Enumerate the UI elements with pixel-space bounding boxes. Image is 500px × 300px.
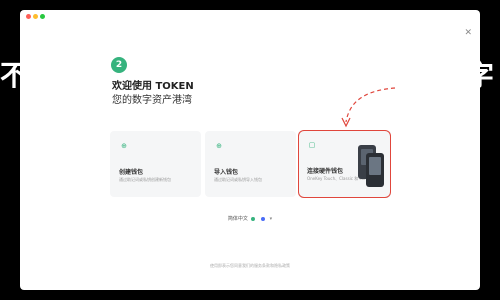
maximize-window-button[interactable]	[40, 14, 45, 19]
onboarding-window: ✕ 2 欢迎使用 TOKEN 您的数字资产港湾 ⊕ 创建钱包 通过助记词或私钥创…	[20, 10, 480, 290]
create-wallet-card[interactable]: ⊕ 创建钱包 通过助记词或私钥创建新钱包	[110, 131, 201, 197]
language-selector[interactable]: 简体中文 ▾	[20, 215, 480, 223]
language-indicator-2	[261, 216, 266, 221]
create-wallet-title: 创建钱包	[119, 169, 144, 176]
create-wallet-desc: 通过助记词或私钥创建新钱包	[119, 177, 171, 182]
language-label[interactable]: 简体中文	[228, 216, 248, 222]
language-indicator-1	[251, 216, 256, 221]
close-icon[interactable]: ✕	[464, 28, 472, 38]
download-icon: ⊕	[216, 142, 222, 150]
welcome-subtitle: 您的数字资产港湾	[112, 95, 192, 106]
import-wallet-desc: 通过助记词或私钥导入钱包	[214, 177, 262, 182]
import-wallet-card[interactable]: ⊕ 导入钱包 通过助记词或私钥导入钱包	[205, 131, 296, 197]
window-titlebar	[20, 10, 480, 24]
footer-terms: 使用即表示您同意我们的服务条款和隐私政策	[210, 263, 290, 268]
highlight-outline	[298, 130, 391, 198]
close-window-button[interactable]	[26, 14, 31, 19]
welcome-title: 欢迎使用 TOKEN	[112, 81, 194, 92]
chevron-down-icon[interactable]: ▾	[270, 215, 273, 223]
import-wallet-title: 导入钱包	[214, 169, 239, 176]
minimize-window-button[interactable]	[33, 14, 38, 19]
background-text-left: 不	[0, 59, 20, 92]
plus-circle-icon: ⊕	[121, 142, 127, 150]
brand-logo: 2	[111, 57, 127, 73]
